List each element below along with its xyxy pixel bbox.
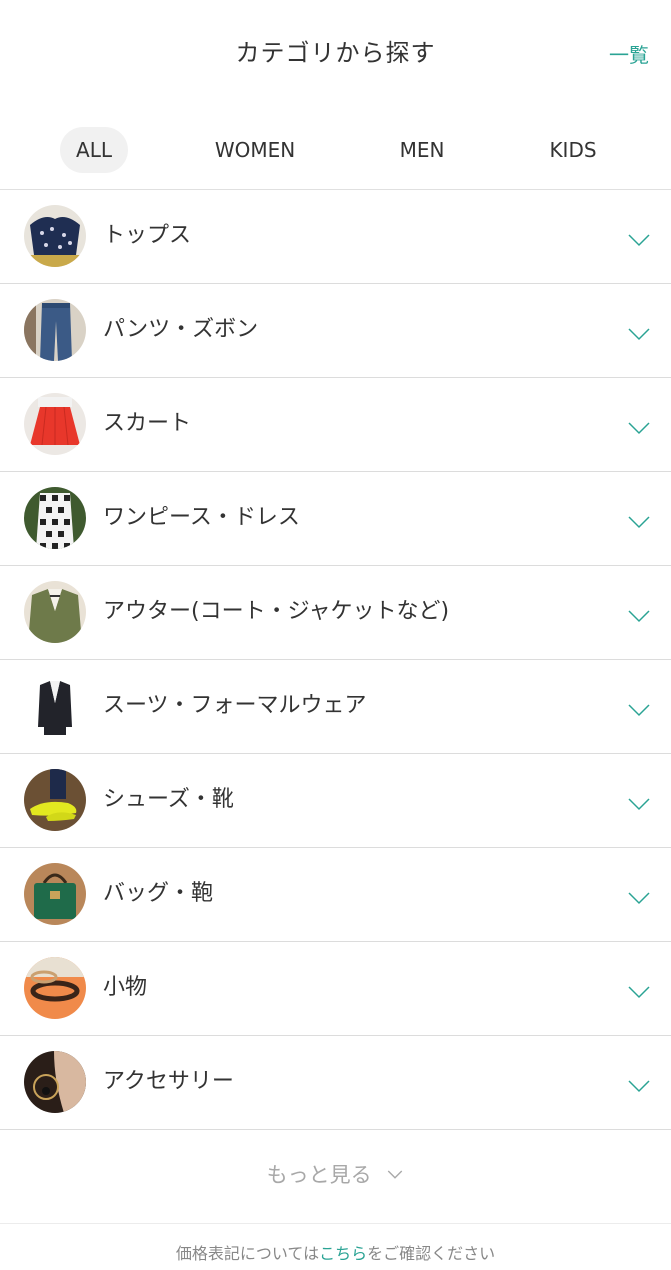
bag-photo-icon — [24, 863, 86, 925]
category-label: アクセサリー — [103, 1069, 234, 1094]
tab-all[interactable]: ALL — [60, 127, 128, 173]
category-row-small-goods[interactable]: 小物 — [0, 942, 671, 1036]
chevron-down-icon — [628, 704, 650, 717]
price-notice-suffix: をご確認ください — [367, 1244, 496, 1263]
category-label: アウター(コート・ジャケットなど) — [103, 599, 450, 624]
category-label: バッグ・鞄 — [103, 881, 214, 906]
chevron-down-icon — [628, 516, 650, 529]
chevron-down-icon — [388, 1170, 403, 1179]
outer-photo-icon — [24, 581, 86, 643]
category-row-dress[interactable]: ワンピース・ドレス — [0, 472, 671, 566]
price-notice-prefix: 価格表記については — [175, 1244, 320, 1263]
show-more-button[interactable]: もっと見る — [0, 1130, 671, 1224]
chevron-down-icon — [628, 892, 650, 905]
skirt-photo-icon — [24, 393, 86, 455]
category-list: トップス パンツ・ズボン スカート ワンピース・ドレス アウター(コート・ジャケ… — [0, 190, 671, 1130]
category-label: スーツ・フォーマルウェア — [103, 693, 367, 718]
tab-men[interactable]: MEN — [384, 127, 460, 173]
category-label: トップス — [103, 223, 192, 248]
gender-tabs: ALL WOMEN MEN KIDS — [0, 104, 671, 190]
chevron-down-icon — [628, 234, 650, 247]
pants-photo-icon — [24, 299, 86, 361]
category-row-tops[interactable]: トップス — [0, 190, 671, 284]
chevron-down-icon — [628, 986, 650, 999]
show-more-label: もっと見る — [266, 1163, 372, 1187]
tab-kids[interactable]: KIDS — [535, 127, 611, 173]
list-link[interactable]: 一覧 — [609, 39, 649, 68]
chevron-down-icon — [628, 1080, 650, 1093]
category-row-shoes[interactable]: シューズ・靴 — [0, 754, 671, 848]
category-label: 小物 — [103, 975, 148, 1000]
category-label: シューズ・靴 — [103, 787, 234, 812]
category-label: パンツ・ズボン — [103, 317, 259, 342]
category-row-outer[interactable]: アウター(コート・ジャケットなど) — [0, 566, 671, 660]
jewelry-photo-icon — [24, 1051, 86, 1113]
chevron-down-icon — [628, 422, 650, 435]
category-row-suit[interactable]: スーツ・フォーマルウェア — [0, 660, 671, 754]
chevron-down-icon — [628, 610, 650, 623]
chevron-down-icon — [628, 328, 650, 341]
price-notice-link[interactable]: こちら — [319, 1244, 367, 1263]
page-title: カテゴリから探す — [235, 39, 436, 67]
shoes-photo-icon — [24, 769, 86, 831]
tab-women[interactable]: WOMEN — [200, 127, 310, 173]
category-row-jewelry[interactable]: アクセサリー — [0, 1036, 671, 1130]
chevron-down-icon — [628, 798, 650, 811]
page-header: カテゴリから探す 一覧 — [0, 0, 671, 104]
category-label: ワンピース・ドレス — [103, 505, 300, 530]
category-row-skirt[interactable]: スカート — [0, 378, 671, 472]
tops-photo-icon — [24, 205, 86, 267]
category-label: スカート — [103, 411, 192, 436]
price-notice: 価格表記についてはこちらをご確認ください — [0, 1224, 671, 1264]
dress-photo-icon — [24, 487, 86, 549]
category-row-bag[interactable]: バッグ・鞄 — [0, 848, 671, 942]
accessories-small-photo-icon — [24, 957, 86, 1019]
suit-photo-icon — [24, 675, 86, 737]
category-row-pants[interactable]: パンツ・ズボン — [0, 284, 671, 378]
